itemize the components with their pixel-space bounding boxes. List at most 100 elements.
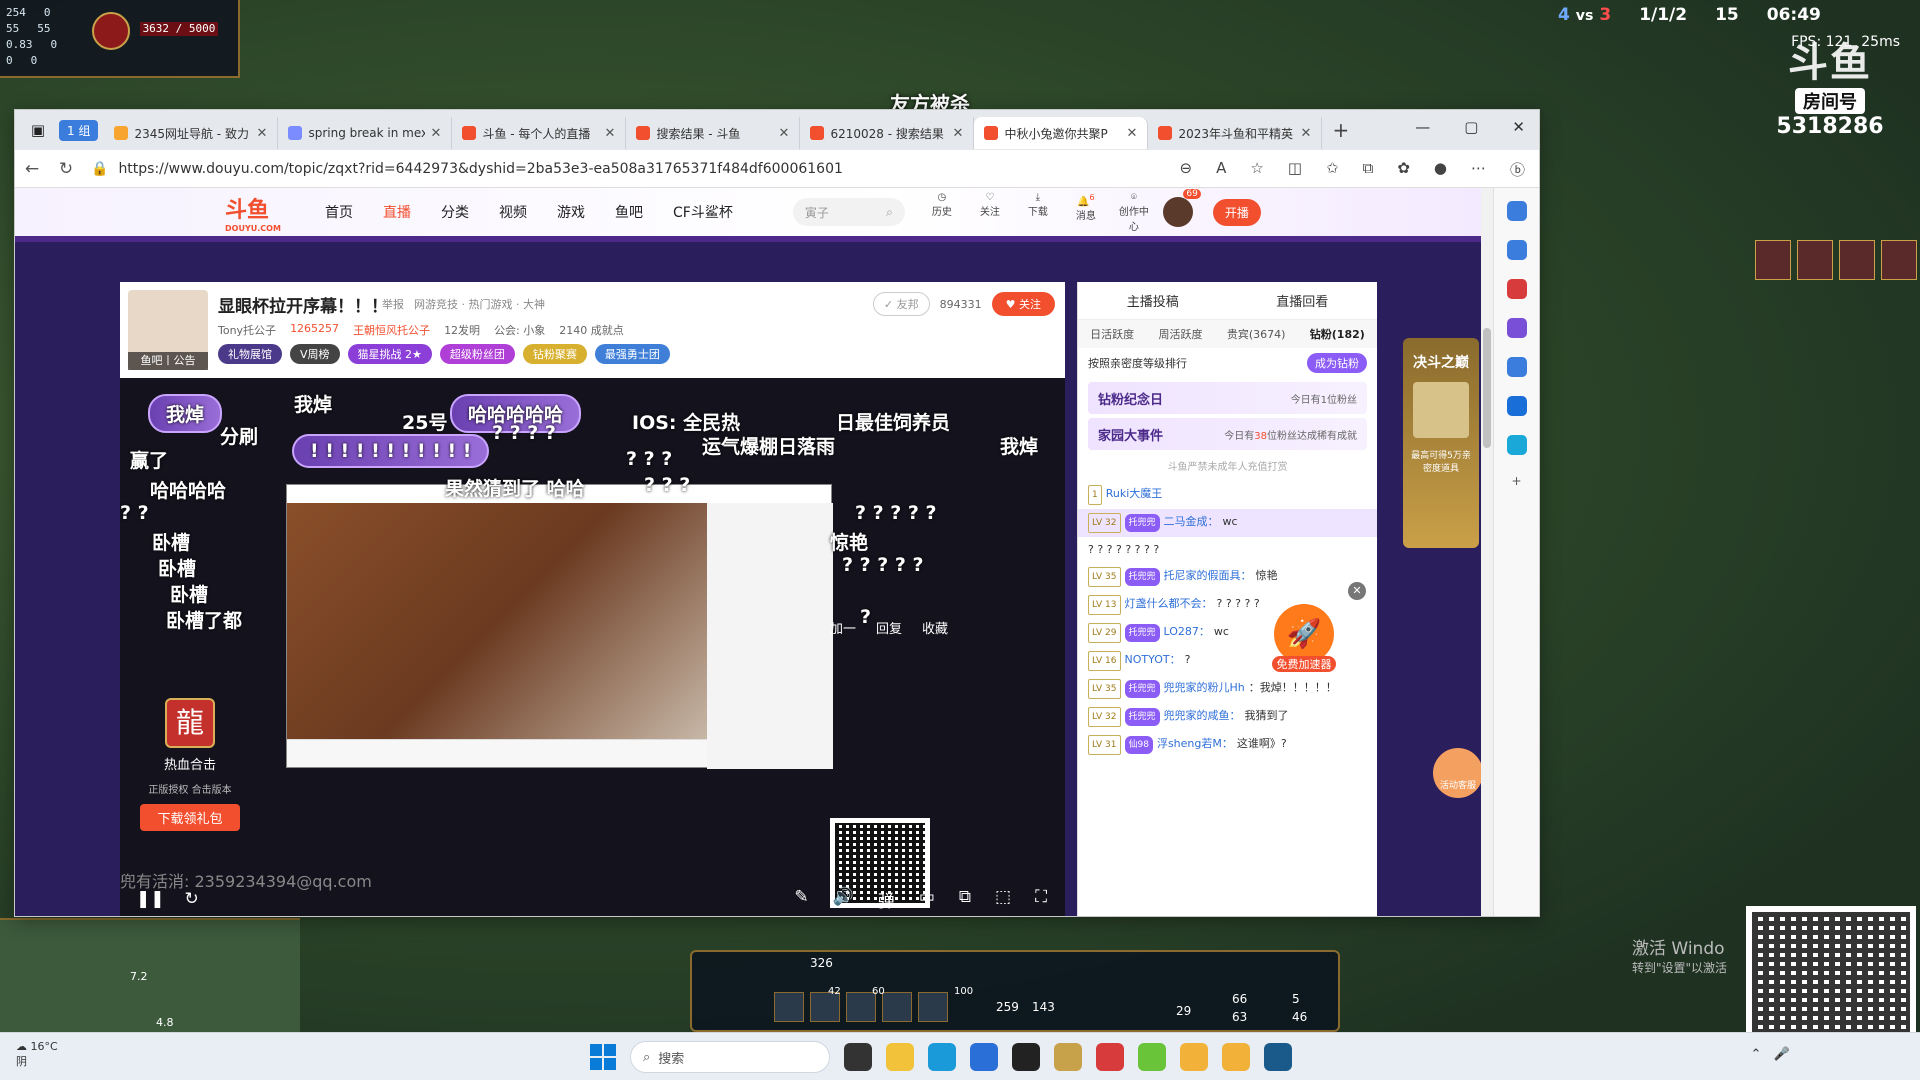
danmaku-comment[interactable]: 我焯 — [148, 394, 223, 433]
league-client-icon[interactable] — [1054, 1043, 1082, 1071]
danmaku-comment[interactable]: 日最佳饲养员 — [836, 408, 950, 435]
nav-game[interactable]: 游戏 — [557, 202, 585, 222]
pip-icon[interactable]: ⧉ — [959, 887, 971, 912]
game-ad[interactable]: 龍 热血合击 正版授权 合击版本 下载领礼包 — [140, 698, 240, 831]
browser-tab[interactable]: 斗鱼 - 每个人的直播 ✕ — [452, 117, 627, 149]
browser-tab[interactable]: 搜索结果 - 斗鱼 ✕ — [626, 117, 801, 149]
danmaku-comment[interactable]: ? ? ? ? — [492, 422, 556, 444]
chat-message[interactable]: LV 32 托兜兜 二马金成： wc — [1078, 509, 1377, 537]
diamond-anniversary-card[interactable]: 钻粉纪念日 今日有1位粉丝 — [1088, 382, 1367, 414]
nav-live[interactable]: 直播 — [383, 202, 411, 222]
chat-nick[interactable]: 托尼家的假面具： — [1164, 569, 1252, 582]
room-tag[interactable]: 超级粉丝团 — [439, 344, 515, 364]
support-button[interactable]: 活动客服 — [1433, 748, 1481, 798]
shopping-icon[interactable] — [1506, 240, 1527, 260]
follow-button[interactable]: ♥ 关注 — [991, 292, 1055, 316]
tools-icon[interactable] — [1506, 279, 1527, 299]
tab-diamond[interactable]: 钻粉(182) — [1310, 326, 1365, 342]
ctx-reply[interactable]: 回复 — [876, 618, 902, 637]
danmaku-comment[interactable]: ? ? ? — [644, 474, 690, 496]
pause-icon[interactable]: ❚❚ — [136, 889, 165, 909]
douyu-logo[interactable]: 斗鱼 DOUYU.COM — [225, 192, 295, 233]
ability-r[interactable] — [882, 992, 912, 1022]
webfullscreen-icon[interactable]: ⬚ — [995, 887, 1011, 912]
games-icon[interactable] — [1506, 318, 1527, 338]
danmaku-comment[interactable]: ? ? — [120, 502, 149, 524]
video-player[interactable]: 我焯 我焯 哈哈哈哈哈 分刷 25号? ? ? ? IOS: 全民热 日最佳饲养员 赢了! !… — [120, 378, 1065, 916]
danmaku-comment[interactable]: 卧槽 — [158, 554, 196, 581]
danmaku-comment[interactable]: ! ! ! ! ! ! ! ! ! ! ! — [292, 434, 490, 468]
danmaku-comment[interactable]: 分刷 — [220, 422, 258, 449]
room-tag[interactable]: 钻粉聚赛 — [522, 344, 587, 364]
page-scrollbar[interactable] — [1481, 188, 1493, 916]
room-tag[interactable]: 礼物展馆 — [218, 344, 282, 364]
chat-nick[interactable]: NOTYOT： — [1125, 653, 1181, 666]
chat-message[interactable]: 1 Ruki大魔王 — [1078, 481, 1377, 509]
close-icon[interactable]: ✕ — [1512, 118, 1525, 136]
browser-tab[interactable]: 2345网址导航 - 致力 ✕ — [104, 117, 279, 149]
tab-vip[interactable]: 贵宾(3674) — [1227, 326, 1286, 342]
collections-icon[interactable]: ⧉ — [1363, 159, 1374, 180]
browser-tab[interactable]: 2023年斗鱼和平精英 ✕ — [1148, 117, 1323, 149]
chat-nick[interactable]: 灯盏什么都不会： — [1125, 597, 1213, 610]
tab-close-icon[interactable]: ✕ — [953, 126, 964, 141]
chat-nick[interactable]: LO287： — [1164, 625, 1210, 638]
danmaku-comment[interactable]: ? ? ? — [626, 448, 672, 470]
extensions-icon[interactable]: ✿ — [1397, 159, 1410, 180]
chat-message[interactable]: LV 35 托兜兜 兜兜家的粉儿Hh ：我焯！！！！！ — [1078, 675, 1377, 703]
nav-category[interactable]: 分类 — [441, 202, 469, 222]
danmaku-comment[interactable]: ? ? ? ? ? — [842, 554, 924, 576]
anchor-avatar[interactable]: 鱼吧丨公告 — [128, 290, 208, 370]
league-icon[interactable] — [1264, 1043, 1292, 1071]
app-icon[interactable] — [1180, 1043, 1208, 1071]
url-field[interactable]: 🔒 https://www.douyu.com/topic/zqxt?rid=6… — [91, 161, 843, 177]
tab-close-icon[interactable]: ✕ — [257, 126, 268, 141]
boost-close-icon[interactable]: ✕ — [1348, 582, 1366, 600]
chat-message[interactable]: ? ? ? ? ? ? ? ? — [1078, 537, 1377, 563]
danmaku-comment[interactable]: 赢了 — [130, 446, 168, 473]
browser-tab[interactable]: 中秋小兔邀你共聚P ✕ — [974, 117, 1149, 149]
favorites-icon[interactable]: ✩ — [1326, 159, 1339, 180]
tab-daily[interactable]: 日活跃度 — [1090, 326, 1134, 342]
summoner-d[interactable] — [918, 992, 948, 1022]
tab-close-icon[interactable]: ✕ — [1301, 126, 1312, 141]
ctx-favorite[interactable]: 收藏 — [922, 618, 948, 637]
edge-icon[interactable] — [928, 1043, 956, 1071]
danmaku-comment[interactable]: 果然猜到了 哈哈 — [445, 474, 585, 501]
danmaku-comment[interactable]: 运气爆棚日落雨 — [702, 432, 835, 459]
danmaku-edit-icon[interactable]: ✎ — [794, 887, 808, 912]
room-tag[interactable]: V周榜 — [290, 344, 340, 364]
task-view-icon[interactable] — [844, 1043, 872, 1071]
reload-icon[interactable]: ↻ — [185, 889, 199, 909]
add-icon[interactable]: + — [1507, 474, 1527, 494]
nav-home[interactable]: 首页 — [325, 202, 353, 222]
danmaku-comment[interactable]: 我焯 — [1000, 432, 1038, 459]
danmaku-comment[interactable]: IOS: 全民热 — [632, 408, 740, 435]
creator-icon[interactable]: ⌾ 创作中心 — [1119, 192, 1149, 233]
search-input[interactable]: 寅子 ⌕ — [792, 198, 905, 226]
favorite-icon[interactable]: ☆ — [1250, 159, 1263, 180]
split-screen-icon[interactable]: ◫ — [1288, 159, 1302, 180]
follow-icon[interactable]: ♡ 关注 — [975, 192, 1005, 233]
become-diamond-button[interactable]: 成为钻粉 — [1307, 353, 1367, 373]
danmaku-comment[interactable]: 惊艳 — [830, 528, 868, 555]
danmaku-comment[interactable]: 卧槽了都 — [166, 606, 242, 633]
user-avatar[interactable]: 69 — [1162, 189, 1201, 227]
office-icon[interactable] — [1506, 357, 1527, 377]
tab-close-icon[interactable]: ✕ — [1127, 126, 1138, 141]
danmaku-comment[interactable]: 25号 — [402, 408, 447, 435]
tab-close-icon[interactable]: ✕ — [779, 126, 790, 141]
read-aloud-icon[interactable]: A — [1216, 159, 1226, 180]
theater-icon[interactable]: ▭ — [919, 887, 935, 912]
nav-video[interactable]: 视频 — [499, 202, 527, 222]
chat-nick[interactable]: Ruki大魔王 — [1106, 487, 1163, 500]
scrollbar-thumb[interactable] — [1483, 328, 1491, 448]
back-icon[interactable]: ← — [15, 159, 49, 179]
ability-q[interactable] — [774, 992, 804, 1022]
zoom-icon[interactable]: ⊖ — [1180, 159, 1193, 180]
danmaku-comment[interactable]: 哈哈哈哈 — [150, 476, 226, 503]
app-icon[interactable] — [1096, 1043, 1124, 1071]
browser-tab[interactable]: 6210028 - 搜索结果 ✕ — [800, 117, 975, 149]
room-tag[interactable]: 猫星挑战 2★ — [347, 344, 432, 364]
home-event-card[interactable]: 家园大事件 今日有38位粉丝达成稀有成就 — [1088, 418, 1367, 450]
